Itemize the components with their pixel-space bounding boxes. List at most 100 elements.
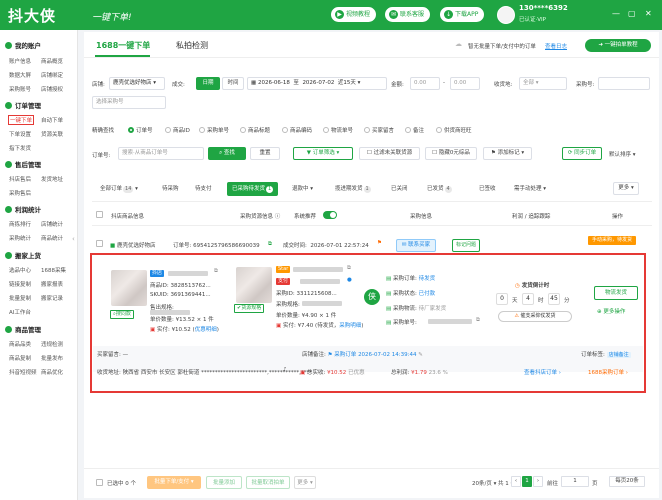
search-button[interactable]: ⌕ 查找 (208, 147, 246, 160)
sidebar-item-product-overview[interactable]: 商品概览 (41, 57, 63, 65)
purchase-detail-link[interactable]: 采购明细 (339, 323, 361, 329)
download-app-button[interactable]: ↓ 下载APP (440, 7, 485, 22)
contact-buyer-button[interactable]: ✉ 联系买家 (396, 239, 436, 252)
sidebar-item-order-settings[interactable]: 下单设置 (9, 130, 31, 138)
coupon-detail-link[interactable]: 优惠明细 (195, 327, 217, 333)
mode-buyer-msg[interactable]: 买家留言 (364, 126, 394, 134)
sidebar-item-data-screen[interactable]: 数据大屏 (9, 71, 31, 79)
sidebar-item-violation[interactable]: 违规检测 (41, 340, 63, 348)
per-page-button[interactable]: 每页20条 (609, 476, 645, 487)
close-icon[interactable]: ✕ (645, 9, 652, 18)
view-douyin-order-link[interactable]: 查看抖店订单 › (524, 368, 561, 376)
sidebar-item-shop-binding[interactable]: 店铺绑定 (41, 71, 63, 79)
mode-purchase-no[interactable]: 采购单号 (199, 126, 229, 134)
buyer-account-select-top[interactable] (598, 77, 650, 90)
sidebar-item-buyer-account[interactable]: 采购账号 (9, 85, 31, 93)
sidebar-item-batch-publish[interactable]: 批量发布 (41, 354, 63, 362)
search-same-tag[interactable]: ⌕搜同款 (110, 310, 134, 319)
status-tab-refunding[interactable]: 退款中 ▾ (292, 182, 313, 196)
filter-unlinked-toggle[interactable]: ☐ 过滤未关联货源 (359, 147, 420, 160)
sync-orders-button[interactable]: ⟳ 同步订单 (562, 147, 602, 160)
product-image[interactable] (111, 270, 147, 306)
status-tab-pending-purchase[interactable]: 待采购 (162, 182, 179, 196)
more-operations-button[interactable]: ⊕ 更多操作 (597, 307, 625, 315)
contact-service-button[interactable]: ✉ 联系客服 (385, 7, 431, 22)
edit-icon[interactable]: ✎ (418, 352, 423, 358)
page-1-button[interactable]: 1 (522, 476, 532, 487)
flag-icon[interactable]: ⚑ (377, 240, 382, 246)
add-mark-button[interactable]: ⚑ 添加标记 ▾ (483, 147, 532, 160)
tab-private-check[interactable]: 私拍检测 (176, 40, 208, 51)
status-tab-signed[interactable]: 已签收 (479, 182, 496, 196)
select-all-checkbox[interactable] (96, 211, 103, 218)
collapse-sidebar-icon[interactable]: ‹ (72, 235, 75, 243)
maximize-icon[interactable]: ▢ (628, 9, 636, 18)
amount-max-input[interactable]: 0.00 (450, 77, 480, 90)
sidebar-item-shop-stats[interactable]: 店铺统计 (41, 220, 63, 228)
next-page-button[interactable]: › (533, 476, 543, 487)
sort-select[interactable]: 默认排序 ▾ (609, 150, 636, 158)
sidebar-item-batch-copy[interactable]: 批量复制 (9, 294, 31, 302)
sidebar-item-ship[interactable]: 指下发货 (9, 144, 31, 152)
sidebar-item-ai-workbench[interactable]: AI工作台 (9, 308, 31, 316)
sidebar-item-shop-aftersale[interactable]: 抖店售后 (9, 175, 31, 183)
sidebar-item-category[interactable]: 商品品类 (9, 340, 31, 348)
view-log-link[interactable]: 查看日志 (545, 42, 567, 50)
sidebar-item-ship-address[interactable]: 发货地址 (41, 175, 63, 183)
destination-select[interactable]: 全部 ▾ (519, 77, 567, 90)
page-size-select[interactable]: 20条/页 ▾ (472, 479, 496, 487)
tab-one-click-order[interactable]: 1688一键下单 (96, 40, 150, 51)
mode-order-no[interactable]: 订单号 (128, 126, 153, 134)
sidebar-item-short-video[interactable]: 抖音短视频 (9, 368, 37, 376)
sidebar-item-account-info[interactable]: 账户信息 (9, 57, 31, 65)
bulk-cancel-button[interactable]: 批量取消拍单 (246, 476, 290, 489)
more-tabs-button[interactable]: 更多 ▾ (613, 182, 639, 195)
sidebar-item-1688-collect[interactable]: 1688采集 (41, 266, 66, 274)
mode-supplier[interactable]: 供货商旺旺 (436, 126, 472, 134)
status-tab-closed[interactable]: 已关闭 (391, 182, 408, 196)
mark-issue-button[interactable]: 标记问题 (452, 239, 480, 252)
buyer-account-select[interactable]: 选择采购号 (92, 96, 166, 109)
recommend-toggle[interactable] (323, 211, 337, 219)
sidebar-item-auto-order[interactable]: 自动下单 (41, 116, 63, 124)
sidebar-item-move-log[interactable]: 搬家记录 (41, 294, 63, 302)
sidebar-item-source-link[interactable]: 货源关联 (41, 130, 63, 138)
order-no-input[interactable]: 搜索·从商品订单号 (118, 147, 204, 160)
time-button[interactable]: 时间 (222, 77, 244, 90)
logistics-ship-button[interactable]: 物流发货 (594, 286, 638, 300)
mode-product-code[interactable]: 商品编码 (282, 126, 312, 134)
bulk-order-button[interactable]: 批量下单/支付 ▾ (147, 476, 201, 489)
sidebar-item-product-copy[interactable]: 商品复制 (9, 354, 31, 362)
sidebar-item-shop-auth[interactable]: 店铺授权 (41, 85, 63, 93)
mode-logistics-no[interactable]: 物流单号 (323, 126, 353, 134)
hide-zero-toggle[interactable]: ☐ 隐藏0元综品 (425, 147, 477, 160)
sidebar-item-link-copy[interactable]: 链接复制 (9, 280, 31, 288)
sidebar-item-purchase-aftersale[interactable]: 采购售后 (9, 189, 31, 197)
copy-icon[interactable]: ⧉ (476, 317, 480, 324)
sidebar-item-rank[interactable]: 商拣排行 (9, 220, 31, 228)
source-image[interactable] (236, 267, 272, 303)
status-tab-awaiting-ship[interactable]: 已采购待发货 1 (227, 182, 279, 196)
sidebar-item-product-stats[interactable]: 商品统计 (41, 234, 63, 242)
status-tab-pending-pay[interactable]: 待支付 (195, 182, 212, 196)
copy-icon[interactable]: ⧉ (214, 268, 218, 275)
order-checkbox[interactable] (96, 240, 103, 247)
status-tab-late-ship[interactable]: 揽进期发货 1 (335, 182, 371, 196)
sidebar-item-optimize[interactable]: 商品优化 (41, 368, 63, 376)
date-button[interactable]: 日期 (196, 77, 220, 90)
status-tab-shipped[interactable]: 已发货 4 (427, 182, 452, 196)
mode-product-title[interactable]: 商品标题 (240, 126, 270, 134)
shop-select[interactable]: 鹿壳优选好物店 ▾ (109, 77, 165, 90)
avatar[interactable] (497, 6, 515, 24)
copy-order-icon[interactable]: ⧉ (268, 241, 272, 248)
order-filter-button[interactable]: ▼ 订单筛选 ▾ (293, 147, 353, 160)
order-tutorial-button[interactable]: ➜ 一键拍单教程 (585, 39, 651, 52)
mode-product-id[interactable]: 商品ID (165, 126, 190, 134)
bulk-more-button[interactable]: 更多 ▾ (294, 476, 316, 489)
reset-button[interactable]: 重置 (250, 147, 280, 160)
mode-remark[interactable]: 备注 (405, 126, 424, 134)
goto-page-input[interactable]: 1 (561, 476, 589, 487)
minimize-icon[interactable]: — (612, 9, 620, 18)
sidebar-item-purchase-stats[interactable]: 采购统计 (9, 234, 31, 242)
amount-min-input[interactable]: 0.00 (410, 77, 440, 90)
